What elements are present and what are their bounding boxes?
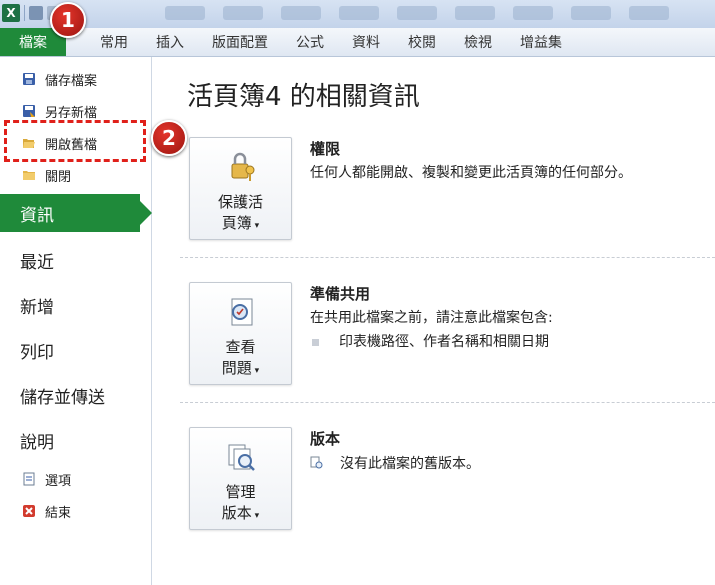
excel-icon[interactable]: X [2,4,20,22]
tab-view[interactable]: 檢視 [450,28,506,56]
save-as-icon [23,105,35,117]
title-bar: X [0,0,715,28]
versions-text: 沒有此檔案的舊版本。 [340,456,480,472]
tab-formulas[interactable]: 公式 [282,28,338,56]
blurred-toolbar [165,6,669,20]
tab-home[interactable]: 常用 [86,28,142,56]
tab-page-layout[interactable]: 版面配置 [198,28,282,56]
prepare-text: 在共用此檔案之前，請注意此檔案包含: [310,310,553,326]
divider [24,5,25,21]
manage-versions-button[interactable]: 管理 版本 ▾ [189,427,292,530]
check-label-line1: 查看 [225,338,256,356]
inspect-doc-icon [231,298,253,326]
step-badge-1: 1 [50,2,86,38]
chevron-down-icon: ▾ [251,221,260,231]
versions-label-row: 版本 ▾ [190,503,291,527]
chevron-down-icon: ▾ [251,366,260,376]
lock-keys-icon [231,152,255,181]
sidebar-item-exit[interactable]: 結束 [0,502,151,521]
permissions-heading: 權限 [310,140,341,158]
sidebar-item-save[interactable]: 儲存檔案 [0,70,151,89]
versions-small-icon [310,456,323,469]
divider [180,402,715,403]
sidebar-item-close[interactable]: 關閉 [0,166,151,185]
tab-addins[interactable]: 增益集 [506,28,576,56]
versions-row: 沒有此檔案的舊版本。 [310,453,480,473]
sidebar-item-label: 選項 [45,473,72,489]
sidebar-item-new[interactable]: 新增 [20,293,54,318]
sidebar-item-options[interactable]: 選項 [0,470,151,489]
sidebar-item-label: 結束 [45,505,72,521]
sidebar-item-print[interactable]: 列印 [20,338,54,363]
prepare-bullet-text: 印表機路徑、作者名稱和相關日期 [339,334,549,350]
sidebar-item-help[interactable]: 說明 [20,428,54,453]
versions-label-line1: 管理 [225,483,256,501]
sidebar-item-info[interactable]: 資訊 [0,194,152,232]
prepare-heading: 準備共用 [310,285,371,303]
tab-insert[interactable]: 插入 [142,28,198,56]
sidebar-item-save-as[interactable]: 另存新檔 [0,102,151,121]
options-icon [23,472,35,486]
check-label-line2: 問題 [221,359,252,377]
highlight-open-box [4,120,146,162]
prepare-bullet: 印表機路徑、作者名稱和相關日期 [312,331,549,351]
protect-label-row: 頁簿 ▾ [190,213,291,237]
page-title: 活頁簿4 的相關資訊 [187,82,420,112]
tab-data[interactable]: 資料 [338,28,394,56]
exit-icon [23,505,35,517]
divider [180,257,715,258]
chevron-down-icon: ▾ [251,511,260,521]
protect-label-line2: 頁簿 [221,214,252,232]
close-folder-icon [23,171,35,180]
protect-label-line1: 保護活 [217,193,263,211]
sidebar-item-label: 儲存檔案 [45,73,98,89]
versions-icon [228,444,255,471]
versions-heading: 版本 [310,430,341,448]
versions-label-line2: 版本 [221,504,252,522]
save-icon[interactable] [29,6,43,20]
bullet-icon [312,338,319,346]
step-badge-2: 2 [151,120,187,156]
check-label-row: 問題 ▾ [190,358,291,382]
sidebar-item-label: 關閉 [45,169,72,185]
tab-review[interactable]: 校閱 [394,28,450,56]
ribbon-tabs: 常用 插入 版面配置 公式 資料 校閱 檢視 增益集 [86,28,576,56]
check-issues-button[interactable]: 查看 問題 ▾ [189,282,292,385]
save-disk-icon [23,73,35,85]
protect-workbook-button[interactable]: 保護活 頁簿 ▾ [189,137,292,240]
sidebar-item-save-send[interactable]: 儲存並傳送 [20,383,105,408]
sidebar-item-label: 另存新檔 [45,105,98,121]
permissions-text: 任何人都能開啟、複製和變更此活頁簿的任何部分。 [310,165,632,181]
sidebar-item-recent[interactable]: 最近 [20,248,54,273]
